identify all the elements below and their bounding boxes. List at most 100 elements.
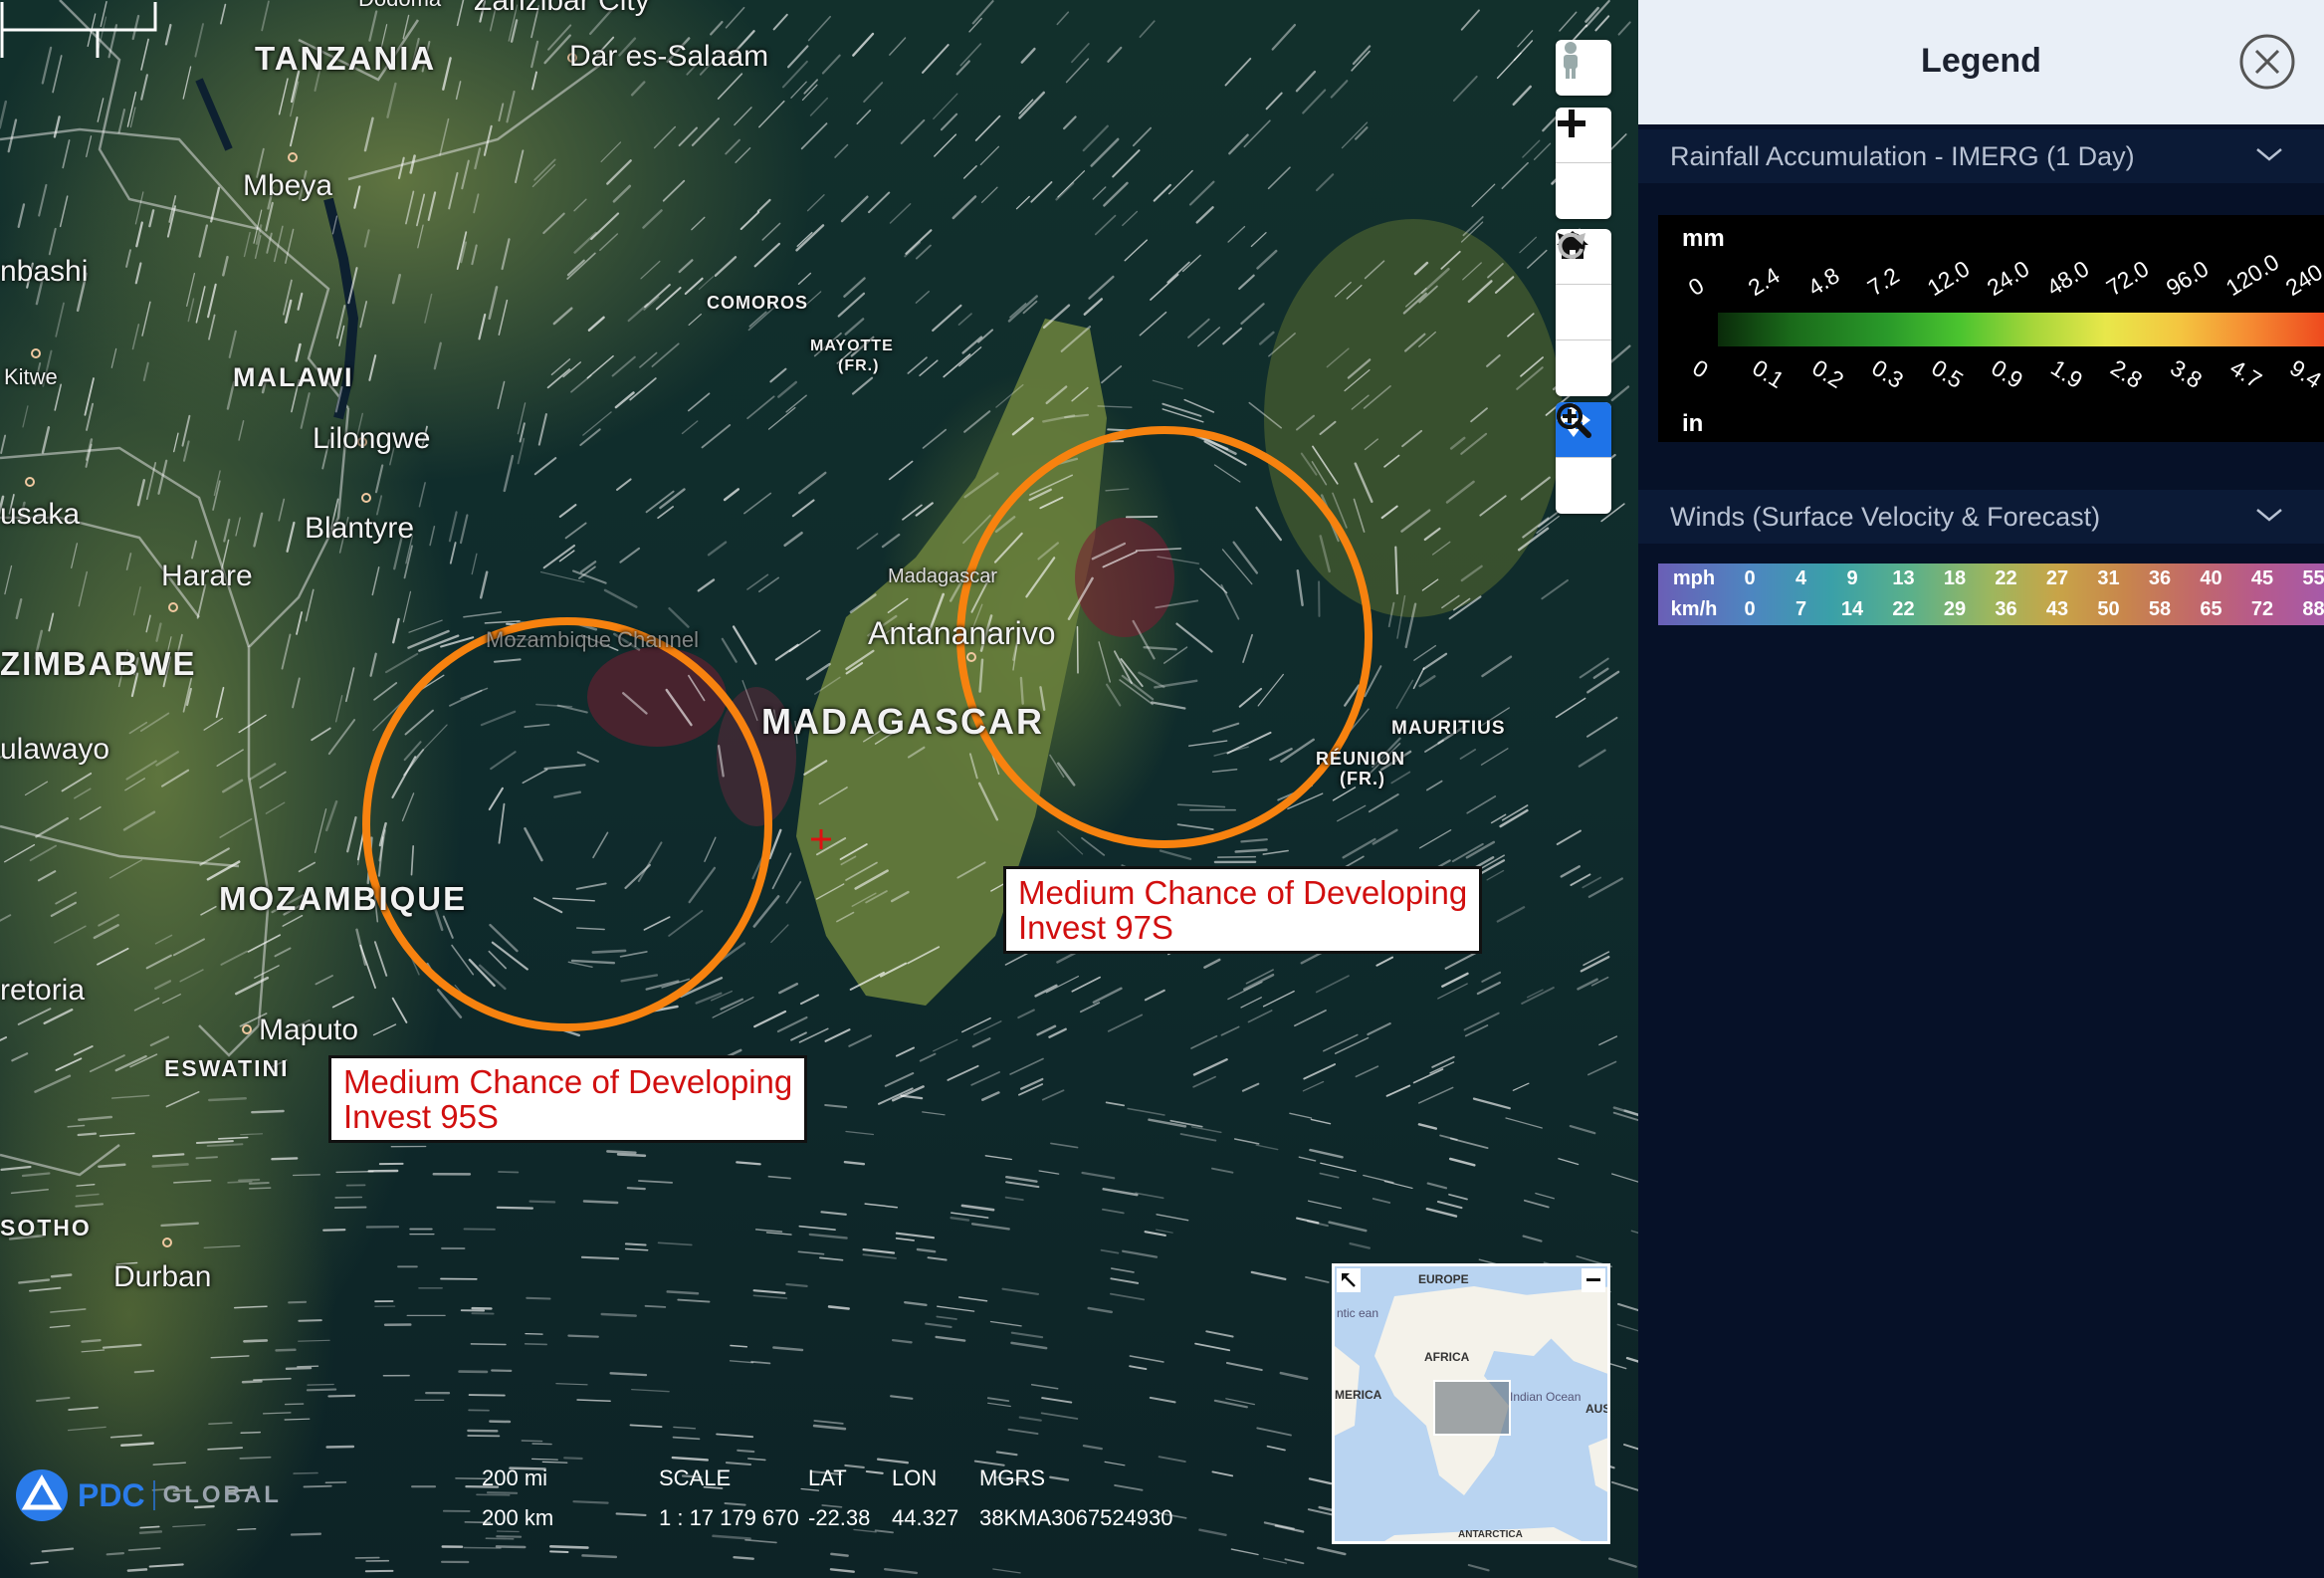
wind-streak	[1429, 1061, 1455, 1074]
wind-streak	[807, 15, 832, 42]
wind-streak	[1211, 1167, 1234, 1174]
wind-streak	[1240, 997, 1262, 1009]
wind-streak	[455, 81, 462, 101]
wind-streak	[1351, 50, 1371, 72]
wind-streak	[228, 330, 237, 358]
wind-streak	[730, 1344, 748, 1348]
chevron-down-icon[interactable]	[2254, 502, 2284, 528]
wind-streak	[331, 996, 354, 1009]
wind-streak	[776, 1015, 808, 1033]
wind-streak	[1319, 1172, 1340, 1179]
lat-header: LAT	[808, 1465, 847, 1490]
rain-mm-tick: 0	[1683, 272, 1709, 302]
wind-streak	[1010, 1331, 1044, 1339]
wind-streak	[37, 870, 57, 882]
navigation-control[interactable]	[1556, 229, 1611, 396]
wind-section-header[interactable]: Winds (Surface Velocity & Forecast)	[1638, 490, 2324, 544]
wind-streak	[48, 227, 57, 256]
wind-streak	[1132, 126, 1152, 147]
overview-minimap[interactable]: EUROPE AFRICA Indian Ocean MERICA AUS AN…	[1332, 1263, 1610, 1544]
wind-streak	[795, 224, 825, 252]
wind-mph-value: 22	[1995, 567, 2017, 589]
zoom-out-button[interactable]	[1556, 120, 1611, 219]
wind-streak	[856, 533, 879, 550]
annotation-invest-95s[interactable]: Medium Chance of Developing Invest 95S	[328, 1055, 808, 1143]
wind-streak	[1216, 855, 1257, 858]
wind-streak	[533, 158, 556, 181]
map-view[interactable]: TANZANIA MALAWI ZIMBABWE MOZAMBIQUE MADA…	[0, 0, 1638, 1578]
wind-streak	[1004, 1196, 1024, 1202]
wind-streak	[1250, 1270, 1287, 1281]
rain-section-header[interactable]: Rainfall Accumulation - IMERG (1 Day)	[1638, 129, 2324, 183]
wind-streak	[624, 863, 651, 890]
zoom-control[interactable]	[1556, 108, 1611, 219]
wind-streak	[533, 457, 557, 476]
wind-streak	[117, 109, 126, 134]
rotate-right-button[interactable]	[1556, 232, 1611, 396]
wind-mph-row: mph 0 4 9 13 18 22 27 31 36 40 45 55	[1658, 564, 2324, 594]
wind-streak	[50, 1308, 87, 1313]
lon-header: LON	[892, 1465, 938, 1490]
wind-streak	[182, 66, 192, 100]
wind-streak	[746, 1458, 766, 1462]
wind-streak	[970, 1223, 1010, 1231]
annotation-invest-97s[interactable]: Medium Chance of Developing Invest 97S	[1003, 866, 1483, 954]
wind-streak	[785, 1282, 808, 1288]
wind-streak	[637, 841, 663, 882]
minimap-expand-button[interactable]	[1337, 1268, 1361, 1292]
wind-streak	[1263, 1557, 1288, 1564]
rotate-left-button[interactable]	[1556, 232, 1611, 340]
town-marker	[162, 1238, 172, 1247]
wind-streak	[919, 1052, 937, 1062]
wind-streak	[1431, 1055, 1455, 1068]
minimap-collapse-button[interactable]	[1582, 1268, 1605, 1292]
wind-streak	[592, 831, 609, 859]
wind-streak	[1034, 984, 1058, 998]
wind-streak	[496, 1535, 523, 1538]
wind-streak	[448, 511, 458, 543]
streetview-control[interactable]	[1556, 40, 1611, 96]
wind-streak	[98, 1163, 126, 1168]
wind-streak	[937, 1305, 975, 1312]
tool-control[interactable]	[1556, 402, 1611, 514]
wind-streak	[1284, 1558, 1305, 1565]
zoom-box-button[interactable]	[1556, 403, 1611, 514]
wind-streak	[1274, 1524, 1305, 1533]
label-lilongwe: Lilongwe	[313, 422, 431, 455]
wind-streak	[410, 845, 415, 876]
wind-streak	[772, 1346, 804, 1352]
wind-streak	[208, 1422, 233, 1425]
wind-streak	[1337, 804, 1367, 822]
wind-streak	[470, 1343, 507, 1346]
wind-streak	[125, 249, 131, 268]
wind-streak	[691, 117, 721, 146]
wind-streak	[271, 1157, 299, 1161]
wind-streak	[265, 801, 286, 814]
wind-streak	[220, 950, 248, 966]
wind-mph-value: 45	[2250, 567, 2274, 589]
wind-streak	[895, 1046, 915, 1057]
wind-kmh-value: 36	[1995, 598, 2017, 620]
wind-streak	[1390, 771, 1411, 785]
wind-streak	[517, 437, 526, 465]
wind-streak	[710, 20, 724, 36]
streetview-button[interactable]	[1556, 40, 1611, 96]
wind-streak	[29, 844, 58, 862]
town-marker	[361, 493, 371, 503]
label-bulawayo: ulawayo	[0, 733, 110, 766]
wind-streak	[677, 1298, 711, 1303]
wind-streak	[1212, 722, 1240, 733]
wind-streak	[373, 682, 398, 701]
wind-streak	[215, 686, 225, 719]
wind-streak	[1352, 45, 1372, 66]
close-icon[interactable]	[2238, 33, 2296, 91]
wind-streak	[531, 1443, 552, 1446]
chevron-down-icon[interactable]	[2254, 141, 2284, 167]
wind-streak	[303, 1484, 332, 1488]
wind-streak	[139, 712, 170, 732]
wind-streak	[1559, 11, 1578, 32]
wind-streak	[564, 522, 587, 540]
wind-streak	[785, 394, 807, 413]
wind-streak	[1289, 1112, 1313, 1119]
wind-streak	[86, 135, 93, 158]
